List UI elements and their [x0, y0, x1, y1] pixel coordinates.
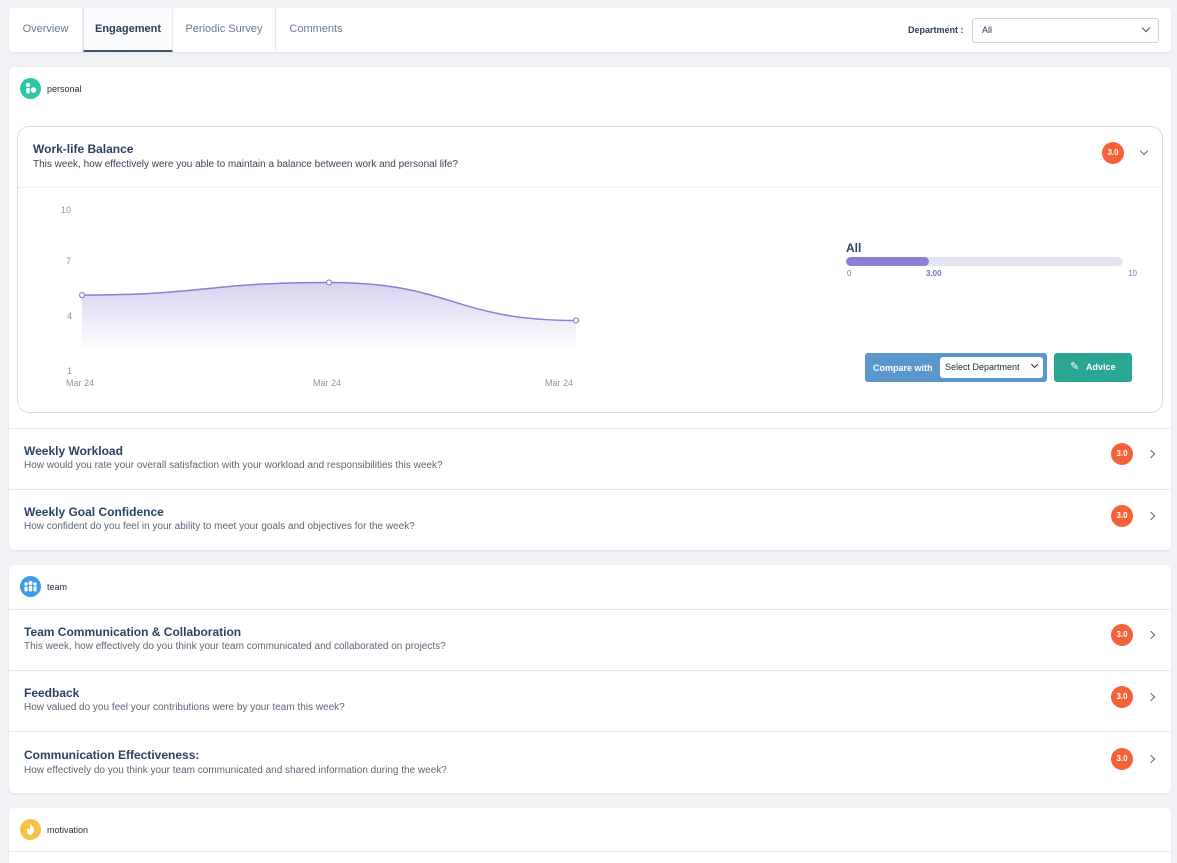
score-badge: 3.0 [1111, 686, 1133, 708]
chevron-right-icon[interactable] [1146, 511, 1156, 521]
section-personal: personal Work-life Balance This week, ho… [9, 67, 1171, 550]
chevron-right-icon[interactable] [1146, 692, 1156, 702]
compare-label: Compare with [873, 363, 933, 373]
divider [9, 851, 1171, 852]
progress-max-label: 10 [1128, 269, 1137, 278]
score-badge: 3.0 [1111, 624, 1133, 646]
progress-min-label: 0 [847, 269, 852, 278]
compare-select-value: Select Department [945, 362, 1020, 372]
question-description: This week, how effectively do you think … [24, 641, 446, 652]
x-tick-label: Mar 24 [545, 378, 574, 388]
compare-control: Compare with Select Department [865, 353, 1047, 382]
data-point[interactable] [78, 292, 86, 299]
question-description: How confident do you feel in your abilit… [24, 521, 415, 532]
department-select-value: All [982, 25, 993, 35]
chevron-right-icon[interactable] [1146, 754, 1156, 764]
question-row[interactable]: Communication Effectiveness: How effecti… [9, 731, 1171, 793]
magic-wand-icon: ✎ [1070, 361, 1080, 373]
advice-label: Advice [1086, 362, 1116, 372]
question-title: Communication Effectiveness: [24, 748, 200, 762]
chevron-down-icon [1030, 360, 1039, 369]
question-title: Weekly Goal Confidence [24, 505, 164, 519]
chevron-down-icon[interactable] [1139, 146, 1149, 156]
x-tick-label: Mar 24 [66, 378, 95, 388]
question-description: How would you rate your overall satisfac… [24, 460, 443, 471]
summary-label: All [846, 241, 862, 255]
score-badge: 3.0 [1111, 443, 1133, 465]
section-title: team [47, 582, 68, 592]
compare-department-select[interactable]: Select Department [940, 357, 1043, 378]
section-title: personal [47, 84, 82, 94]
motivation-icon [20, 819, 41, 840]
chevron-right-icon[interactable] [1146, 630, 1156, 640]
advice-button[interactable]: ✎ Advice [1054, 353, 1132, 382]
top-tab-bar: Overview Engagement Periodic Survey Comm… [9, 8, 1171, 52]
score-progress-fill [846, 257, 930, 266]
score-progress-bar [846, 257, 1123, 266]
x-tick-label: Mar 24 [313, 378, 342, 388]
chevron-down-icon [1141, 23, 1151, 33]
section-title: motivation [47, 825, 89, 835]
question-row[interactable]: Team Communication & Collaboration This … [9, 609, 1171, 670]
question-row[interactable]: Weekly Goal Confidence How confident do … [9, 489, 1171, 550]
progress-value-label: 3.00 [926, 269, 942, 278]
score-badge: 3.0 [1102, 142, 1124, 164]
question-description: How valued do you feel your contribution… [24, 702, 345, 713]
question-row[interactable]: Feedback How valued do you feel your con… [9, 670, 1171, 731]
score-badge: 3.0 [1111, 505, 1133, 527]
tab-engagement[interactable]: Engagement [83, 8, 173, 52]
chevron-right-icon[interactable] [1146, 449, 1156, 459]
data-point[interactable] [572, 317, 580, 324]
line-chart [78, 279, 580, 352]
department-label: Department : [908, 25, 964, 35]
tab-comments[interactable]: Comments [276, 8, 356, 52]
section-motivation: motivation [9, 808, 1171, 863]
question-card-work-life-balance: Work-life Balance This week, how effecti… [17, 126, 1163, 413]
section-team: team Team Communication & Collaboration … [9, 565, 1171, 793]
data-point[interactable] [325, 279, 333, 286]
team-icon [20, 576, 41, 597]
tab-overview[interactable]: Overview [9, 8, 83, 52]
question-title: Weekly Workload [24, 444, 123, 458]
question-description: How effectively do you think your team c… [24, 765, 447, 776]
person-icon [20, 78, 41, 99]
score-badge: 3.0 [1111, 748, 1133, 770]
department-select[interactable]: All [972, 18, 1159, 43]
question-row[interactable]: Weekly Workload How would you rate your … [9, 428, 1171, 489]
question-title: Feedback [24, 686, 80, 700]
tab-periodic-survey[interactable]: Periodic Survey [173, 8, 276, 52]
question-title: Team Communication & Collaboration [24, 625, 242, 639]
